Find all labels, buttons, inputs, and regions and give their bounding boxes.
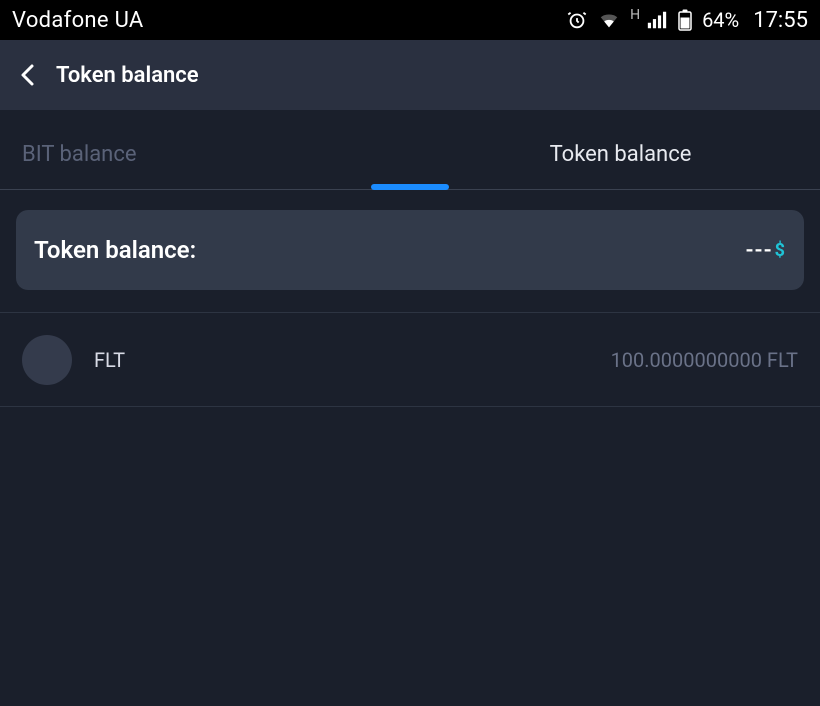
token-row[interactable]: FLT 100.0000000000 FLT xyxy=(0,313,820,407)
balance-card-wrap: Token balance: --- $ xyxy=(0,190,820,290)
balance-card-label: Token balance: xyxy=(34,236,196,264)
token-symbol: FLT xyxy=(94,348,125,372)
tab-token-balance[interactable]: Token balance xyxy=(421,142,820,189)
tab-bar: BIT balance Token balance xyxy=(0,110,820,190)
battery-percent: 64% xyxy=(702,8,739,32)
app-header: Token balance xyxy=(0,40,820,110)
tab-bit-balance[interactable]: BIT balance xyxy=(0,142,421,189)
page-title: Token balance xyxy=(56,63,199,88)
token-list: FLT 100.0000000000 FLT xyxy=(0,312,820,407)
balance-card-value: --- $ xyxy=(745,238,786,263)
tab-indicator xyxy=(371,184,449,190)
wifi-icon xyxy=(598,9,620,31)
status-icons: H 64% 17:55 xyxy=(566,8,808,33)
token-avatar xyxy=(22,335,72,385)
status-bar: Vodafone UA H xyxy=(0,0,820,40)
dollar-icon: $ xyxy=(775,240,786,261)
balance-value-text: --- xyxy=(745,238,772,263)
battery-icon xyxy=(678,9,692,31)
back-button[interactable] xyxy=(18,62,38,88)
signal-icon xyxy=(646,9,668,31)
clock-time: 17:55 xyxy=(753,8,808,33)
network-type-label: H xyxy=(630,7,640,23)
balance-card[interactable]: Token balance: --- $ xyxy=(16,210,804,290)
alarm-icon xyxy=(566,9,588,31)
carrier-label: Vodafone UA xyxy=(12,8,144,33)
token-amount: 100.0000000000 FLT xyxy=(611,348,798,372)
